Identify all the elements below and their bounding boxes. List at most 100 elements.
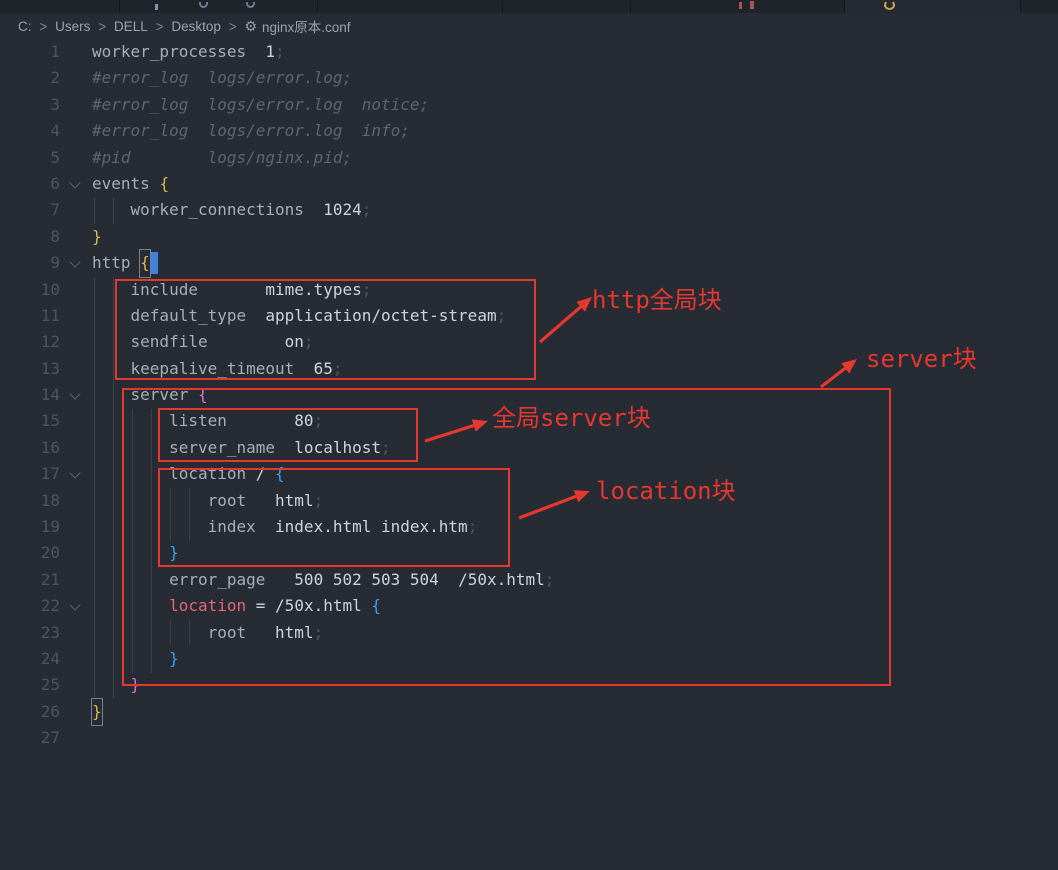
code-token: ; [333, 356, 343, 382]
code-line-10[interactable]: 10 include mime.types; [0, 277, 554, 303]
line-number: 27 [0, 725, 60, 751]
code-token: root [208, 488, 247, 514]
fold-gutter [60, 672, 92, 698]
line-number: 8 [0, 224, 60, 250]
code-token [92, 620, 208, 646]
code-token: #error_log logs/error.log info; [92, 118, 410, 144]
code-line-11[interactable]: 11 default_type application/octet-stream… [0, 303, 554, 329]
code-content[interactable]: 1worker_processes 1;2#error_log logs/err… [0, 39, 554, 752]
fold-gutter [60, 303, 92, 329]
code-line-7[interactable]: 7 worker_connections 1024; [0, 197, 554, 223]
code-line-13[interactable]: 13 keepalive_timeout 65; [0, 356, 554, 382]
code-line-17[interactable]: 17 location / { [0, 461, 554, 487]
line-number: 25 [0, 672, 60, 698]
code-token [362, 593, 372, 619]
code-token: ; [545, 567, 555, 593]
code-token: } [169, 540, 179, 566]
code-token [92, 329, 131, 355]
code-token: } [131, 672, 141, 698]
code-line-12[interactable]: 12 sendfile on; [0, 329, 554, 355]
fold-gutter [60, 39, 92, 65]
code-line-21[interactable]: 21 error_page 500 502 503 504 /50x.html; [0, 567, 554, 593]
gear-icon: ⚙ [244, 19, 257, 33]
code-line-4[interactable]: 4 #error_log logs/error.log info; [0, 118, 554, 144]
code-line-18[interactable]: 18 root html; [0, 488, 554, 514]
code-line-6[interactable]: 6events { [0, 171, 554, 197]
breadcrumb-item-users[interactable]: Users [55, 19, 90, 34]
code-token [188, 382, 198, 408]
code-token [208, 329, 285, 355]
code-line-14[interactable]: 14 server { [0, 382, 554, 408]
code-line-2[interactable]: 2#error_log logs/error.log; [0, 65, 554, 91]
breadcrumb-item-file[interactable]: ⚙nginx原本.conf [244, 16, 350, 36]
code-token: } [169, 646, 179, 672]
line-number: 4 [0, 118, 60, 144]
code-token [92, 567, 169, 593]
breadcrumb-item-c[interactable]: C: [18, 19, 32, 34]
code-token: ; [381, 435, 391, 461]
code-token: include [131, 277, 198, 303]
code-token: #error_log logs/error.log notice; [92, 92, 429, 118]
code-line-19[interactable]: 19 index index.html index.htm; [0, 514, 554, 540]
line-number: 3 [0, 92, 60, 118]
vscode-window: C:>Users>DELL>Desktop>⚙nginx原本.conf 1wor… [0, 0, 1058, 870]
code-token: } [92, 699, 102, 725]
code-token: sendfile [131, 329, 208, 355]
code-line-15[interactable]: 15 listen 80; [0, 408, 554, 434]
code-line-9[interactable]: 9http { [0, 250, 554, 276]
code-line-16[interactable]: 16 server_name localhost; [0, 435, 554, 461]
fold-chevron-icon[interactable] [60, 593, 92, 619]
code-token: 1024 [323, 197, 362, 223]
breadcrumb-item-desktop[interactable]: Desktop [171, 19, 221, 34]
tab-label-remnant [884, 0, 895, 10]
fold-chevron-icon[interactable] [60, 250, 92, 276]
code-line-23[interactable]: 23 root html; [0, 620, 554, 646]
tab-label-remnant [199, 2, 208, 8]
code-token: keepalive_timeout [131, 356, 295, 382]
code-token: worker_connections [131, 197, 304, 223]
code-line-1[interactable]: 1worker_processes 1; [0, 39, 554, 65]
fold-gutter [60, 725, 92, 751]
tab-label-remnant [155, 4, 158, 10]
line-number: 20 [0, 540, 60, 566]
code-token [92, 540, 169, 566]
code-token: { [198, 382, 208, 408]
fold-chevron-icon[interactable] [60, 382, 92, 408]
breadcrumb-item-dell[interactable]: DELL [114, 19, 148, 34]
code-token: index [208, 514, 256, 540]
code-line-5[interactable]: 5#pid logs/nginx.pid; [0, 145, 554, 171]
line-number: 1 [0, 39, 60, 65]
code-line-20[interactable]: 20 } [0, 540, 554, 566]
editor-tab-strip[interactable] [0, 0, 1058, 13]
code-token: events [92, 171, 150, 197]
code-token [92, 646, 169, 672]
code-token: 500 502 503 504 [294, 567, 439, 593]
fold-chevron-icon[interactable] [60, 171, 92, 197]
active-tab-remnant[interactable] [844, 0, 1020, 13]
code-line-27[interactable]: 27 [0, 725, 554, 751]
code-token: ; [362, 277, 372, 303]
code-token: 65 [314, 356, 333, 382]
code-token: { [159, 171, 169, 197]
code-token: ; [314, 488, 324, 514]
tab-separator [630, 0, 631, 13]
code-line-22[interactable]: 22 location = /50x.html { [0, 593, 554, 619]
code-token [92, 356, 131, 382]
line-number: 18 [0, 488, 60, 514]
code-token: #error_log logs/error.log; [92, 65, 352, 91]
code-line-3[interactable]: 3 #error_log logs/error.log notice; [0, 92, 554, 118]
code-token [246, 593, 256, 619]
code-line-24[interactable]: 24 } [0, 646, 554, 672]
code-token [92, 514, 208, 540]
code-line-25[interactable]: 25 } [0, 672, 554, 698]
code-editor[interactable]: 1worker_processes 1;2#error_log logs/err… [0, 0, 1058, 870]
code-line-8[interactable]: 8} [0, 224, 554, 250]
code-line-26[interactable]: 26} [0, 699, 554, 725]
code-token [246, 39, 265, 65]
chevron-right-icon: > [98, 17, 106, 34]
fold-chevron-icon[interactable] [60, 461, 92, 487]
code-token: / [256, 461, 266, 487]
chevron-right-icon: > [229, 17, 237, 34]
code-token [92, 382, 131, 408]
fold-gutter [60, 329, 92, 355]
